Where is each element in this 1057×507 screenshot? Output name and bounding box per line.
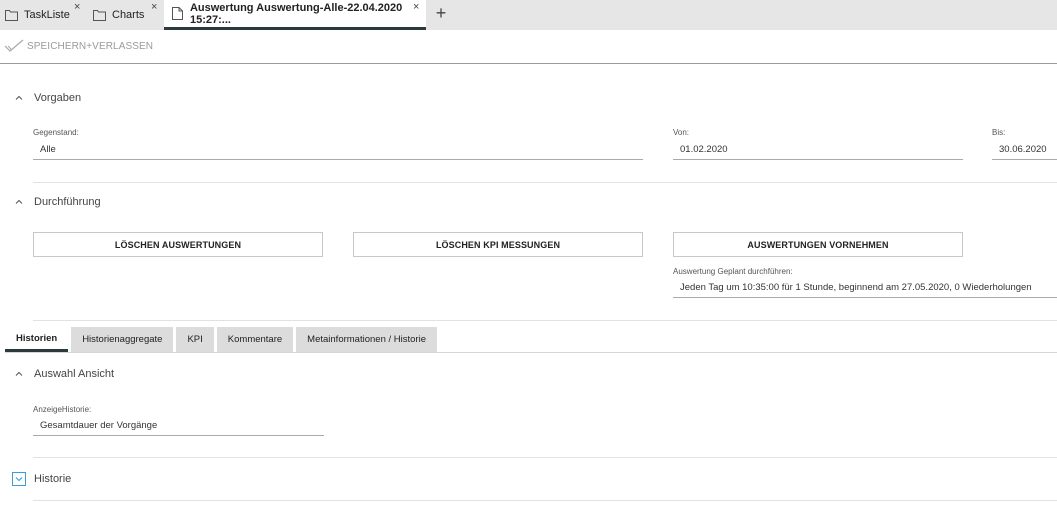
folder-icon (5, 9, 18, 22)
chevron-up-icon[interactable] (14, 197, 24, 207)
chevron-down-icon[interactable] (12, 472, 26, 486)
tab-taskliste[interactable]: TaskListe × (5, 0, 85, 30)
tab-label: Auswertung Auswertung-Alle-22.04.2020 15… (189, 1, 403, 26)
inner-tab-underline (5, 352, 1057, 353)
tab-label: Charts (112, 9, 145, 21)
tab-kommentare[interactable]: Kommentare (216, 327, 294, 352)
tab-label: TaskListe (24, 9, 70, 21)
section-vorgaben-header: Vorgaben (14, 92, 81, 104)
gegenstand-field[interactable]: Alle (33, 143, 643, 160)
delete-evaluations-button[interactable]: LÖSCHEN AUSWERTUNGEN (33, 232, 323, 257)
bis-label: Bis: (992, 128, 1006, 137)
section-auswahl-header: Auswahl Ansicht (14, 368, 114, 380)
section-title: Historie (34, 473, 72, 485)
schedule-field[interactable]: Jeden Tag um 10:35:00 für 1 Stunde, begi… (673, 281, 1057, 298)
divider (33, 457, 1057, 458)
save-exit-button[interactable]: SPEICHERN+VERLASSEN (4, 39, 153, 53)
schedule-label: Auswertung Geplant durchführen: (673, 267, 793, 276)
section-durchfuehrung-header: Durchführung (14, 196, 101, 208)
close-icon[interactable]: × (74, 2, 80, 13)
checkmark-icon (4, 39, 24, 52)
divider (33, 320, 1057, 321)
tab-auswertung[interactable]: Auswertung Auswertung-Alle-22.04.2020 15… (164, 0, 426, 30)
section-title: Vorgaben (34, 92, 82, 104)
delete-kpi-button[interactable]: LÖSCHEN KPI MESSUNGEN (353, 232, 643, 257)
close-icon[interactable]: × (413, 2, 419, 13)
section-title: Auswahl Ansicht (34, 368, 115, 380)
add-tab-button[interactable]: + (433, 4, 449, 22)
section-historie-header: Historie (12, 472, 71, 486)
tab-historien[interactable]: Historien (5, 327, 69, 352)
tab-metainformationen[interactable]: Metainformationen / Historie (296, 327, 437, 352)
close-icon[interactable]: × (151, 2, 157, 13)
run-evaluations-button[interactable]: AUSWERTUNGEN VORNEHMEN (673, 232, 963, 257)
tab-charts[interactable]: Charts × (93, 0, 163, 30)
tab-historienaggregate[interactable]: Historienaggregate (71, 327, 174, 352)
anzeige-historie-select[interactable]: Gesamtdauer der Vorgänge (33, 419, 324, 436)
tab-strip: TaskListe × Charts × Auswertung Auswertu… (0, 0, 1057, 30)
gegenstand-label: Gegenstand: (33, 128, 79, 137)
toolbar: SPEICHERN+VERLASSEN (0, 30, 1057, 64)
folder-icon (93, 9, 106, 22)
von-date-field[interactable]: 01.02.2020 (673, 143, 963, 160)
save-exit-label: SPEICHERN+VERLASSEN (27, 40, 154, 52)
anzeige-historie-label: AnzeigeHistorie: (33, 405, 92, 414)
divider (33, 182, 1057, 183)
tab-kpi[interactable]: KPI (176, 327, 214, 352)
section-title: Durchführung (34, 196, 101, 208)
bis-date-field[interactable]: 30.06.2020 (992, 143, 1057, 160)
inner-tab-strip: Historien Historienaggregate KPI Komment… (5, 327, 440, 352)
chevron-up-icon[interactable] (14, 93, 24, 103)
chevron-up-icon[interactable] (14, 369, 24, 379)
von-label: Von: (673, 128, 690, 137)
document-icon (172, 7, 184, 20)
divider (33, 500, 1057, 501)
